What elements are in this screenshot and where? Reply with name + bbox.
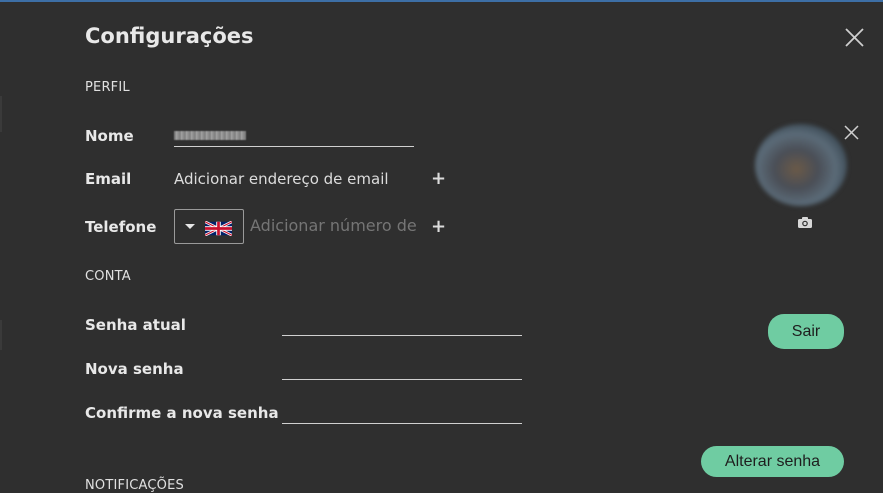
add-email-plus-icon[interactable]: +: [431, 170, 446, 188]
profile-section-title: PERFIL: [85, 80, 130, 95]
current-password-label: Senha atual: [85, 316, 186, 334]
new-password-label: Nova senha: [85, 360, 184, 378]
close-dialog-icon[interactable]: [845, 28, 864, 47]
name-field[interactable]: [174, 124, 414, 147]
remove-avatar-close-icon[interactable]: [844, 125, 859, 140]
change-password-button[interactable]: Alterar senha: [701, 446, 844, 477]
account-section-title: CONTA: [85, 269, 131, 284]
left-edge-mark: [0, 96, 2, 132]
current-password-field[interactable]: [282, 335, 522, 336]
confirm-password-field[interactable]: [282, 423, 522, 424]
top-accent-line: [0, 0, 883, 2]
chevron-down-icon: [185, 224, 195, 229]
country-code-select[interactable]: [174, 209, 244, 244]
redacted-name-value: [174, 131, 246, 140]
camera-icon[interactable]: [797, 216, 813, 229]
confirm-password-label: Confirme a nova senha: [85, 404, 279, 422]
add-email-link[interactable]: Adicionar endereço de email: [174, 170, 389, 188]
avatar[interactable]: [755, 124, 847, 206]
phone-label: Telefone: [85, 218, 157, 236]
email-label: Email: [85, 170, 132, 188]
uk-flag-icon: [205, 221, 232, 236]
left-edge-mark: [0, 320, 2, 350]
logout-button[interactable]: Sair: [768, 314, 844, 349]
add-phone-plus-icon[interactable]: +: [431, 218, 446, 236]
phone-input[interactable]: [250, 216, 422, 235]
name-label: Nome: [85, 127, 134, 145]
dialog-title: Configurações: [85, 24, 254, 48]
new-password-field[interactable]: [282, 379, 522, 380]
